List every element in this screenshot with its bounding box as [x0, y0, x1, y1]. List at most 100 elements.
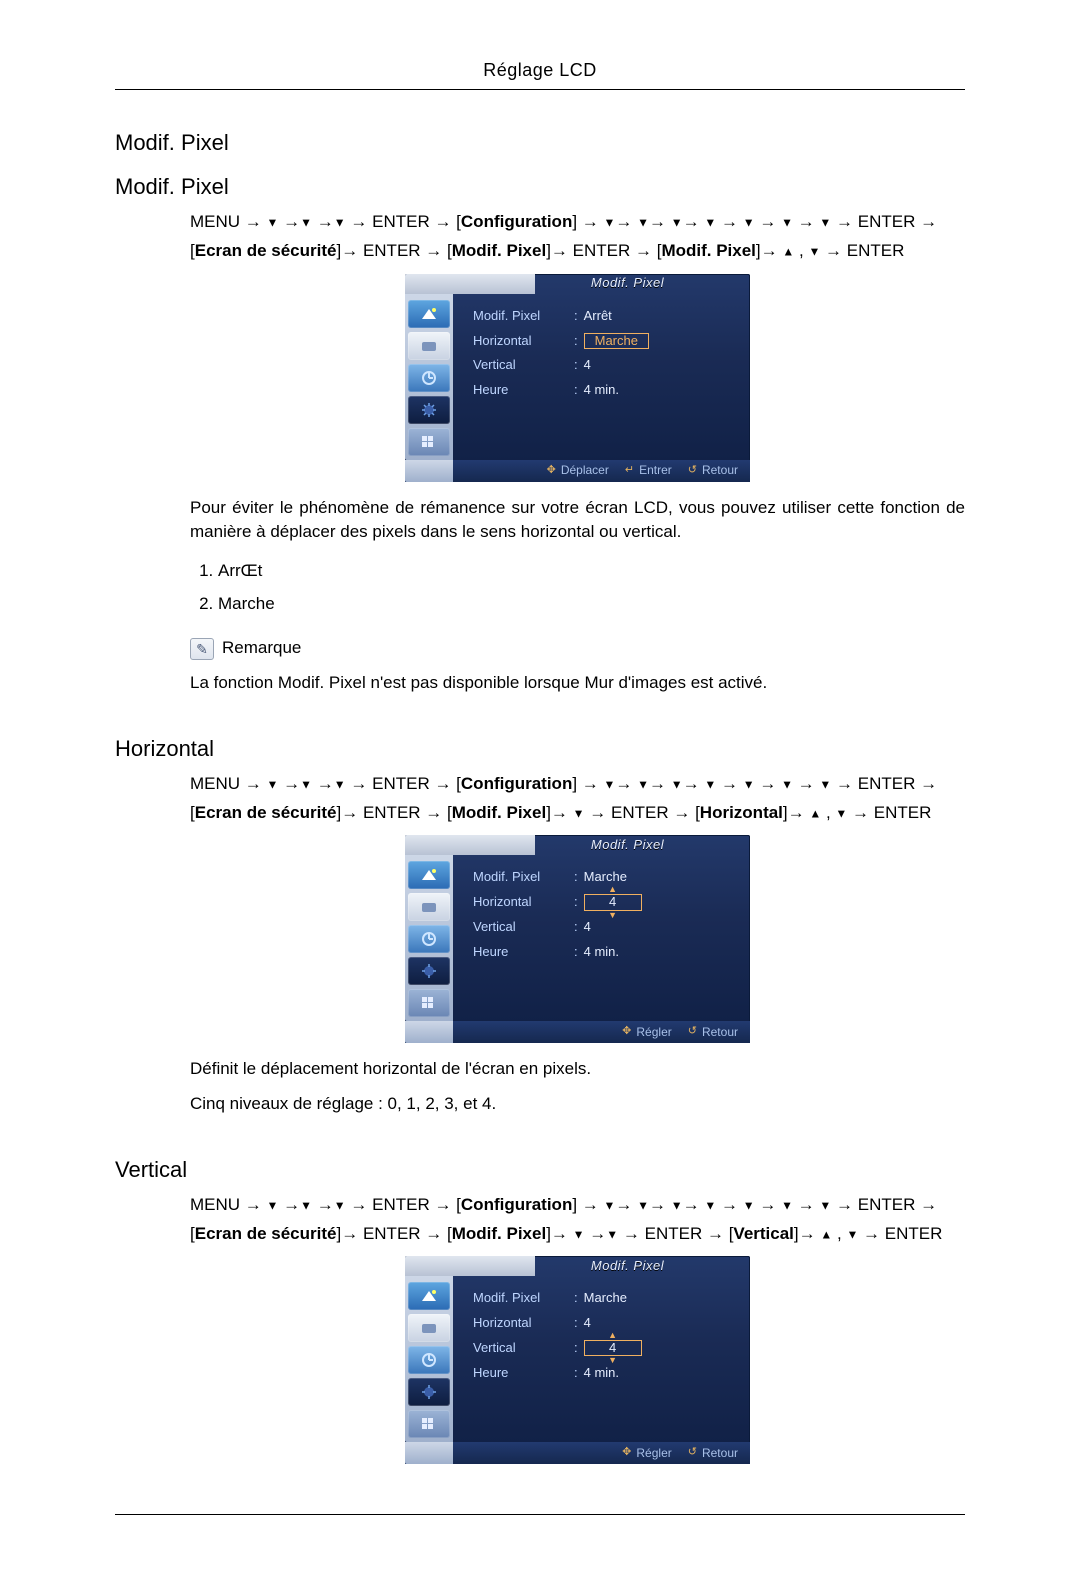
heading-modif-pixel-1: Modif. Pixel — [115, 130, 965, 156]
down-arrow-icon: ▼ — [743, 777, 755, 791]
osd-row-horizontal[interactable]: Horizontal : ▲ 4 ▼ — [469, 890, 646, 915]
remark-label: Remarque — [222, 636, 301, 661]
osd-label: Modif. Pixel — [469, 1286, 572, 1311]
down-arrow-icon: ▼ — [267, 777, 279, 791]
nav-text: Ecran de sécurité — [195, 803, 337, 822]
osd-footer-label: Régler — [636, 1024, 671, 1041]
osd-sidebar-icon[interactable] — [408, 989, 450, 1017]
osd-sidebar-icon[interactable] — [408, 861, 450, 889]
osd-label: Heure — [469, 378, 572, 403]
down-arrow-icon: ▼ — [267, 1198, 279, 1212]
osd-footer-return: ↺ Retour — [688, 1445, 738, 1462]
down-arrow-icon: ▼ — [300, 777, 312, 791]
osd-vertical: Modif. Pixel Modif. Pixel — [405, 1256, 750, 1464]
nav-text: ENTER — [847, 241, 905, 260]
down-arrow-icon: ▼ — [637, 777, 649, 791]
down-arrow-icon: ▼ — [334, 777, 346, 791]
osd-spinner[interactable]: ▲ 4 ▼ — [584, 1340, 642, 1356]
osd-sidebar-icon[interactable] — [408, 364, 450, 392]
vertical-block: MENU → ▼ →▼ →▼ → ENTER → [Configuration]… — [190, 1191, 965, 1465]
osd-value: 4 — [580, 353, 653, 378]
move-icon: ✥ — [547, 463, 556, 479]
nav-text: ENTER — [645, 1224, 703, 1243]
osd-sidebar-icon[interactable] — [408, 332, 450, 360]
horizontal-block: MENU → ▼ →▼ →▼ → ENTER → [Configuration]… — [190, 770, 965, 1117]
osd-row-vertical[interactable]: Vertical : 4 — [469, 915, 646, 940]
osd-option-arret[interactable]: Arrêt — [584, 308, 612, 323]
nav-text: ENTER — [874, 803, 932, 822]
osd-spinner[interactable]: ▲ 4 ▼ — [584, 894, 642, 910]
spinner-up-icon[interactable]: ▲ — [608, 1331, 617, 1340]
spinner-up-icon[interactable]: ▲ — [608, 885, 617, 894]
osd-sidebar-icon[interactable] — [408, 1346, 450, 1374]
header-rule — [115, 89, 965, 90]
osd-value: Marche — [580, 1286, 646, 1311]
down-arrow-icon: ▼ — [743, 1198, 755, 1212]
osd-label: Modif. Pixel — [469, 865, 572, 890]
osd-title: Modif. Pixel — [535, 836, 750, 855]
horizontal-desc-2: Cinq niveaux de réglage : 0, 1, 2, 3, et… — [190, 1092, 965, 1117]
nav-text: Configuration — [461, 212, 572, 231]
osd-sidebar-icon[interactable] — [408, 1282, 450, 1310]
down-arrow-icon: ▼ — [671, 215, 683, 229]
osd-value: 4 min. — [580, 378, 653, 403]
osd-row-heure[interactable]: Heure : 4 min. — [469, 940, 646, 965]
osd-sidebar-icon[interactable] — [408, 893, 450, 921]
osd-row-heure[interactable]: Heure : 4 min. — [469, 1361, 646, 1386]
down-arrow-icon: ▼ — [781, 215, 793, 229]
nav-text: Configuration — [461, 774, 572, 793]
osd-sidebar-icon[interactable] — [408, 1314, 450, 1342]
osd-title: Modif. Pixel — [535, 1257, 750, 1276]
nav-text: ENTER — [611, 803, 669, 822]
osd-sidebar-icon[interactable] — [408, 1410, 450, 1438]
modif-pixel-options-list: ArrŒt Marche — [190, 555, 965, 620]
osd-footer-label: Retour — [702, 1445, 738, 1462]
osd-row-modif-pixel[interactable]: Modif. Pixel : Marche — [469, 1286, 646, 1311]
osd-horizontal: Modif. Pixel Modif. Pixel — [405, 835, 750, 1043]
osd-sidebar-icon[interactable] — [408, 925, 450, 953]
down-arrow-icon: ▼ — [300, 1198, 312, 1212]
nav-text: Modif. Pixel — [452, 1224, 546, 1243]
vertical-nav: MENU → ▼ →▼ →▼ → ENTER → [Configuration]… — [190, 1191, 965, 1249]
osd-row-horizontal[interactable]: Horizontal : 4 — [469, 1311, 646, 1336]
note-icon: ✎ — [190, 638, 214, 660]
osd-row-modif-pixel[interactable]: Modif. Pixel : Arrêt — [469, 304, 653, 329]
osd-footer-move: ✥ Déplacer — [547, 462, 609, 479]
down-arrow-icon: ▼ — [704, 1198, 716, 1212]
osd-sidebar-icon[interactable] — [408, 957, 450, 985]
nav-text: MENU — [190, 774, 240, 793]
spinner-down-icon[interactable]: ▼ — [608, 911, 617, 920]
osd-sidebar-icon[interactable] — [408, 396, 450, 424]
down-arrow-icon: ▼ — [781, 777, 793, 791]
down-arrow-icon: ▼ — [637, 1198, 649, 1212]
osd-label: Vertical — [469, 353, 572, 378]
osd-selected-option[interactable]: Marche — [584, 333, 649, 349]
osd-row-vertical[interactable]: Vertical : ▲ 4 ▼ — [469, 1336, 646, 1361]
down-arrow-icon: ▼ — [604, 777, 616, 791]
up-arrow-icon: ▲ — [820, 1227, 832, 1241]
osd-row-vertical[interactable]: Vertical : 4 — [469, 353, 653, 378]
enter-icon: ↵ — [625, 463, 634, 479]
down-arrow-icon: ▼ — [704, 777, 716, 791]
nav-text: ENTER — [372, 212, 430, 231]
down-arrow-icon: ▼ — [846, 1227, 858, 1241]
osd-label: Horizontal — [469, 329, 572, 354]
osd-sidebar-icon[interactable] — [408, 1378, 450, 1406]
horizontal-nav: MENU → ▼ →▼ →▼ → ENTER → [Configuration]… — [190, 770, 965, 828]
return-icon: ↺ — [688, 1024, 697, 1040]
osd-sidebar-icon[interactable] — [408, 428, 450, 456]
osd-footer-label: Retour — [702, 1024, 738, 1041]
osd-row-horizontal[interactable]: Horizontal : Marche — [469, 329, 653, 354]
osd-row-modif-pixel[interactable]: Modif. Pixel : Marche — [469, 865, 646, 890]
down-arrow-icon: ▼ — [604, 215, 616, 229]
down-arrow-icon: ▼ — [300, 215, 312, 229]
nav-text: Ecran de sécurité — [195, 241, 337, 260]
osd-footer-label: Entrer — [639, 462, 672, 479]
osd-sidebar-icon[interactable] — [408, 300, 450, 328]
down-arrow-icon: ▼ — [704, 215, 716, 229]
osd-row-heure[interactable]: Heure : 4 min. — [469, 378, 653, 403]
osd-label: Vertical — [469, 1336, 572, 1361]
down-arrow-icon: ▼ — [606, 1227, 618, 1241]
osd-title-tab — [405, 274, 535, 294]
spinner-down-icon[interactable]: ▼ — [608, 1356, 617, 1365]
